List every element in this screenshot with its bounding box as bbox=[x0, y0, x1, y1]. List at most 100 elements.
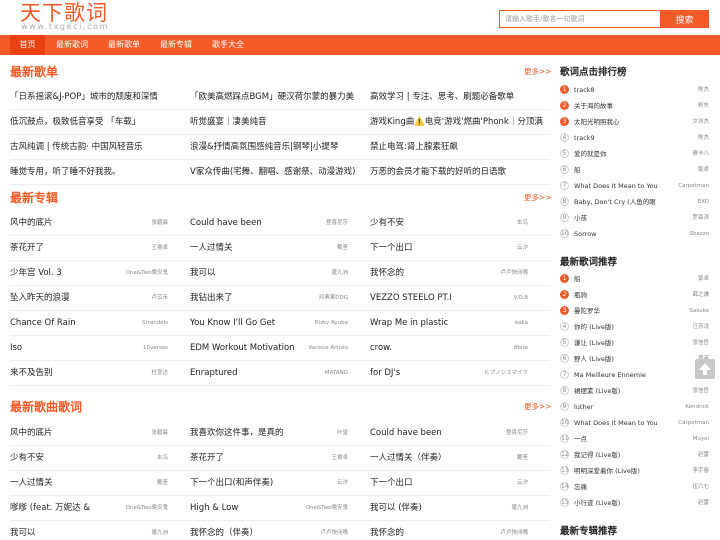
nav-item-latest-lyrics[interactable]: 最新歌词 bbox=[51, 35, 93, 55]
album-artist[interactable]: 张碧晨 bbox=[120, 211, 168, 236]
recommend-artist[interactable]: 张信哲 bbox=[692, 335, 709, 351]
recommend-song[interactable]: Ma Meilleure Ennemie bbox=[574, 367, 670, 383]
nav-item-artists[interactable]: 歌手大全 bbox=[207, 35, 249, 55]
site-logo[interactable]: 天下歌词 www.txgeci.com bbox=[20, 2, 120, 32]
lyric-link[interactable]: 少有不安 bbox=[10, 446, 125, 471]
recommend-song[interactable]: luther bbox=[574, 399, 670, 415]
playlist-link[interactable]: 古风纯调 | 传统古韵· 中国风轻音乐 bbox=[10, 135, 185, 160]
lyric-link[interactable]: 一人过情关 bbox=[10, 471, 125, 496]
album-link[interactable]: 坠入昨天的浪漫 bbox=[10, 286, 125, 311]
playlist-link[interactable]: 浪漫&抒情高氛围感纯音乐|钢琴|小提琴 bbox=[190, 135, 365, 160]
recommend-song[interactable]: 你的 (Live版) bbox=[574, 319, 670, 335]
album-artist[interactable]: 邓典果DDG bbox=[300, 286, 348, 311]
recommend-artist[interactable]: 赵雷 bbox=[698, 447, 709, 463]
recommend-song[interactable]: 忘痛 bbox=[574, 479, 670, 495]
lyric-artist[interactable]: 王睿卓 bbox=[300, 446, 348, 471]
recommend-song[interactable]: 曼陀罗华 bbox=[574, 303, 670, 319]
album-link[interactable]: 我钻出来了 bbox=[190, 286, 305, 311]
rank-song[interactable]: 关于海的故事 bbox=[574, 98, 670, 114]
lyric-link[interactable]: 嗲嗲 (feat. 万妮达 & bbox=[10, 496, 125, 521]
album-link[interactable]: Enraptured bbox=[190, 361, 305, 386]
rank-item[interactable]: 2 关于海的故事 柯东 bbox=[560, 98, 710, 114]
lyric-artist[interactable]: 登喜尼莎 bbox=[480, 421, 528, 446]
lyric-link[interactable]: 我怀念的 bbox=[370, 521, 485, 540]
album-link[interactable]: 一人过情关 bbox=[190, 236, 305, 261]
lyric-artist[interactable]: 云汐 bbox=[300, 471, 348, 496]
playlist-link[interactable]: 「日系摇滚&J-POP」城市的颓废和深情 bbox=[10, 85, 185, 110]
album-artist[interactable]: 戴荃 bbox=[300, 236, 348, 261]
rank-item[interactable]: 10 Sorrow Sbazzo bbox=[560, 226, 710, 242]
recommend-item[interactable]: 12 我记得 (Live版) 赵雷 bbox=[560, 447, 710, 463]
playlist-link[interactable]: 「欧美高燃踩点BGM」硬汉荷尔蒙的暴力美 bbox=[190, 85, 365, 110]
recommend-song[interactable]: 谦让 (Live版) bbox=[574, 335, 670, 351]
rank-artist[interactable]: 繁卓 bbox=[698, 162, 709, 178]
recommend-artist[interactable]: Muyoi bbox=[693, 431, 709, 447]
more-link-lyrics[interactable]: 更多>> bbox=[524, 401, 552, 412]
album-artist[interactable]: MATANG bbox=[300, 361, 348, 386]
album-artist[interactable]: 10verses bbox=[120, 336, 168, 361]
lyric-link[interactable]: 我可以 bbox=[10, 521, 125, 540]
recommend-artist[interactable]: 汪苏泷 bbox=[692, 319, 709, 335]
album-link[interactable]: 少有不安 bbox=[370, 211, 485, 236]
rank-item[interactable]: 9 小孩 罗森涛 bbox=[560, 210, 710, 226]
lyric-link[interactable]: Could have been bbox=[370, 421, 485, 446]
lyric-artist[interactable]: 叶堂 bbox=[300, 421, 348, 446]
recommend-song[interactable]: 小行迹 (Live版) bbox=[574, 495, 670, 511]
lyric-artist[interactable]: 戴荃 bbox=[120, 471, 168, 496]
recommend-artist[interactable]: 李宇春 bbox=[692, 463, 709, 479]
recommend-item[interactable]: 14 忘痛 伍六七 bbox=[560, 479, 710, 495]
lyric-artist[interactable]: 卢卢快闭嘴 bbox=[300, 521, 348, 540]
rank-artist[interactable]: Carpetman bbox=[678, 178, 709, 194]
album-artist[interactable]: Various Artists bbox=[300, 336, 348, 361]
album-artist[interactable]: koka bbox=[480, 311, 528, 336]
album-link[interactable]: Chance Of Rain bbox=[10, 311, 125, 336]
more-link-albums[interactable]: 更多>> bbox=[524, 192, 552, 203]
recommend-artist[interactable]: 繁卓 bbox=[698, 271, 709, 287]
rank-song[interactable]: 小孩 bbox=[574, 210, 670, 226]
recommend-song[interactable]: 我记得 (Live版) bbox=[574, 447, 670, 463]
album-artist[interactable]: ヒプノシスマイク bbox=[480, 361, 528, 386]
rank-song[interactable]: track8 bbox=[574, 82, 670, 98]
rank-song[interactable]: Baby, Don't Cry (人鱼的眼 bbox=[574, 194, 670, 210]
lyric-link[interactable]: 我可以 (伴奏) bbox=[370, 496, 485, 521]
playlist-link[interactable]: 高效学习 | 专注、思考、刷题必备歌单 bbox=[370, 85, 550, 110]
lyric-artist[interactable]: One&Two晚安鬼 bbox=[120, 496, 168, 521]
lyric-link[interactable]: 我怀念的（伴奏） bbox=[190, 521, 305, 540]
album-artist[interactable]: One&Two晚安鬼 bbox=[120, 261, 168, 286]
recommend-song[interactable]: 裙摆素 (Live版) bbox=[574, 383, 670, 399]
rank-artist[interactable]: Sbazzo bbox=[690, 226, 710, 242]
recommend-artist[interactable]: Kendrick bbox=[685, 399, 709, 415]
rank-song[interactable]: track9 bbox=[574, 130, 670, 146]
search-input[interactable] bbox=[499, 10, 660, 28]
playlist-link[interactable]: V家众传曲(宅舞、翻唱、感谢祭、动漫游戏) bbox=[190, 160, 365, 185]
lyric-link[interactable]: 一人过情关（伴奏） bbox=[370, 446, 485, 471]
album-link[interactable]: 下一个出口 bbox=[370, 236, 485, 261]
playlist-link[interactable]: 万恶的会员才能下载的好听的日语歌 bbox=[370, 160, 550, 185]
rank-artist[interactable]: 陈杰 bbox=[698, 130, 709, 146]
rank-artist[interactable]: 文兆杰 bbox=[692, 114, 709, 130]
playlist-link[interactable]: 睡觉专用，听了睡不好我我。 bbox=[10, 160, 185, 185]
recommend-item[interactable]: 2 瓶驹 薛之谦 bbox=[560, 287, 710, 303]
album-artist[interactable]: 登喜尼莎 bbox=[300, 211, 348, 236]
recommend-item[interactable]: 5 谦让 (Live版) 张信哲 bbox=[560, 335, 710, 351]
album-link[interactable]: VEZZO STEELO PT.I bbox=[370, 286, 485, 311]
album-link[interactable]: 我可以 bbox=[190, 261, 305, 286]
rank-song[interactable]: 太阳光明照我心 bbox=[574, 114, 670, 130]
rank-item[interactable]: 1 track8 陈杰 bbox=[560, 82, 710, 98]
recommend-artist[interactable]: 伍六七 bbox=[692, 479, 709, 495]
scroll-to-top-button[interactable] bbox=[695, 359, 715, 379]
recommend-song[interactable]: 一点 bbox=[574, 431, 670, 447]
recommend-song[interactable]: 瓶驹 bbox=[574, 287, 670, 303]
playlist-link[interactable]: 低沉鼓点，极致低音享受 「车载」 bbox=[10, 110, 185, 135]
album-link[interactable]: crow. bbox=[370, 336, 485, 361]
album-artist[interactable]: 8bite bbox=[480, 336, 528, 361]
recommend-item[interactable]: 4 你的 (Live版) 汪苏泷 bbox=[560, 319, 710, 335]
album-link[interactable]: 我怀念的 bbox=[370, 261, 485, 286]
recommend-item[interactable]: 9 luther Kendrick bbox=[560, 399, 710, 415]
recommend-artist[interactable]: 薛之谦 bbox=[692, 287, 709, 303]
recommend-artist[interactable]: Sasuke bbox=[689, 303, 709, 319]
lyric-link[interactable]: High & Low bbox=[190, 496, 305, 521]
album-artist[interactable]: Strandels bbox=[120, 311, 168, 336]
recommend-song[interactable]: 明明深爱着你 (Live版) bbox=[574, 463, 670, 479]
lyric-artist[interactable]: 张碧晨 bbox=[120, 421, 168, 446]
